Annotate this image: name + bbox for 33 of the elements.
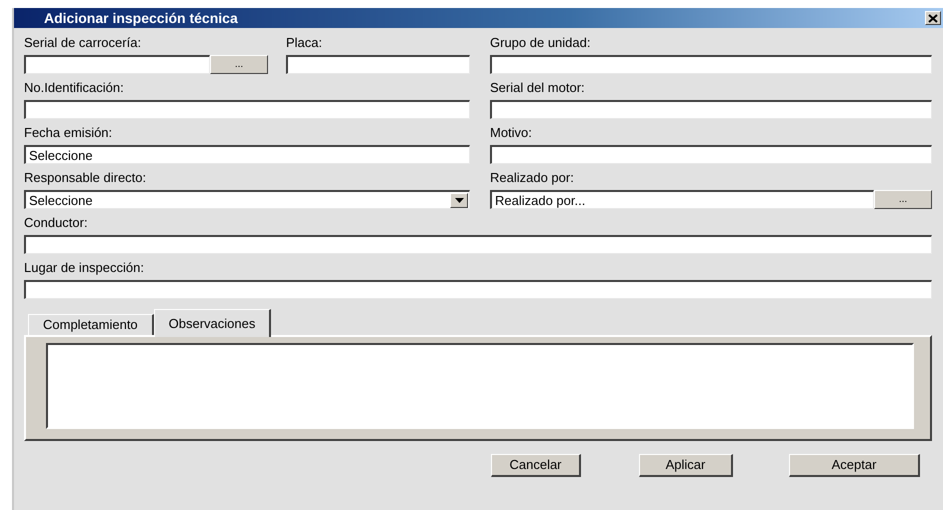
field-label: Placa: — [286, 35, 324, 51]
observations-field[interactable] — [46, 343, 914, 429]
field-label: Serial de carrocería: — [24, 35, 142, 51]
input-field[interactable] — [490, 55, 932, 74]
close-icon — [928, 14, 938, 22]
input-field[interactable] — [490, 145, 932, 164]
field-label: Grupo de unidad: — [490, 35, 592, 51]
input-field[interactable] — [24, 280, 932, 299]
field-label: Responsable directo: — [24, 170, 148, 186]
input-field[interactable]: Realizado por... — [490, 190, 874, 209]
field-label: Lugar de inspección: — [24, 260, 145, 276]
field-label: No.Identificación: — [24, 80, 125, 96]
input-field[interactable] — [24, 100, 470, 119]
field-label: Realizado por: — [490, 170, 575, 186]
field-label: Conductor: — [24, 215, 89, 231]
tab[interactable]: Completamiento — [28, 314, 154, 335]
field-label: Motivo: — [490, 125, 533, 141]
dropdown-field[interactable]: Seleccione — [24, 190, 470, 209]
dialog-button[interactable]: Aceptar — [789, 454, 920, 477]
field-label: Serial del motor: — [490, 80, 586, 96]
dialog-button[interactable]: Aplicar — [639, 454, 733, 477]
input-field[interactable] — [286, 55, 470, 74]
tab[interactable]: Observaciones — [154, 309, 272, 337]
input-field[interactable]: Seleccione — [24, 145, 470, 164]
input-field[interactable] — [24, 55, 210, 74]
browse-button[interactable]: ... — [874, 190, 932, 209]
input-field[interactable] — [24, 235, 932, 254]
browse-button[interactable]: ... — [210, 55, 268, 74]
dialog-button[interactable]: Cancelar — [491, 454, 581, 477]
close-button[interactable] — [925, 11, 941, 25]
window-title: Adicionar inspección técnica — [44, 8, 238, 28]
field-label: Fecha emisión: — [24, 125, 114, 141]
input-field[interactable] — [490, 100, 932, 119]
